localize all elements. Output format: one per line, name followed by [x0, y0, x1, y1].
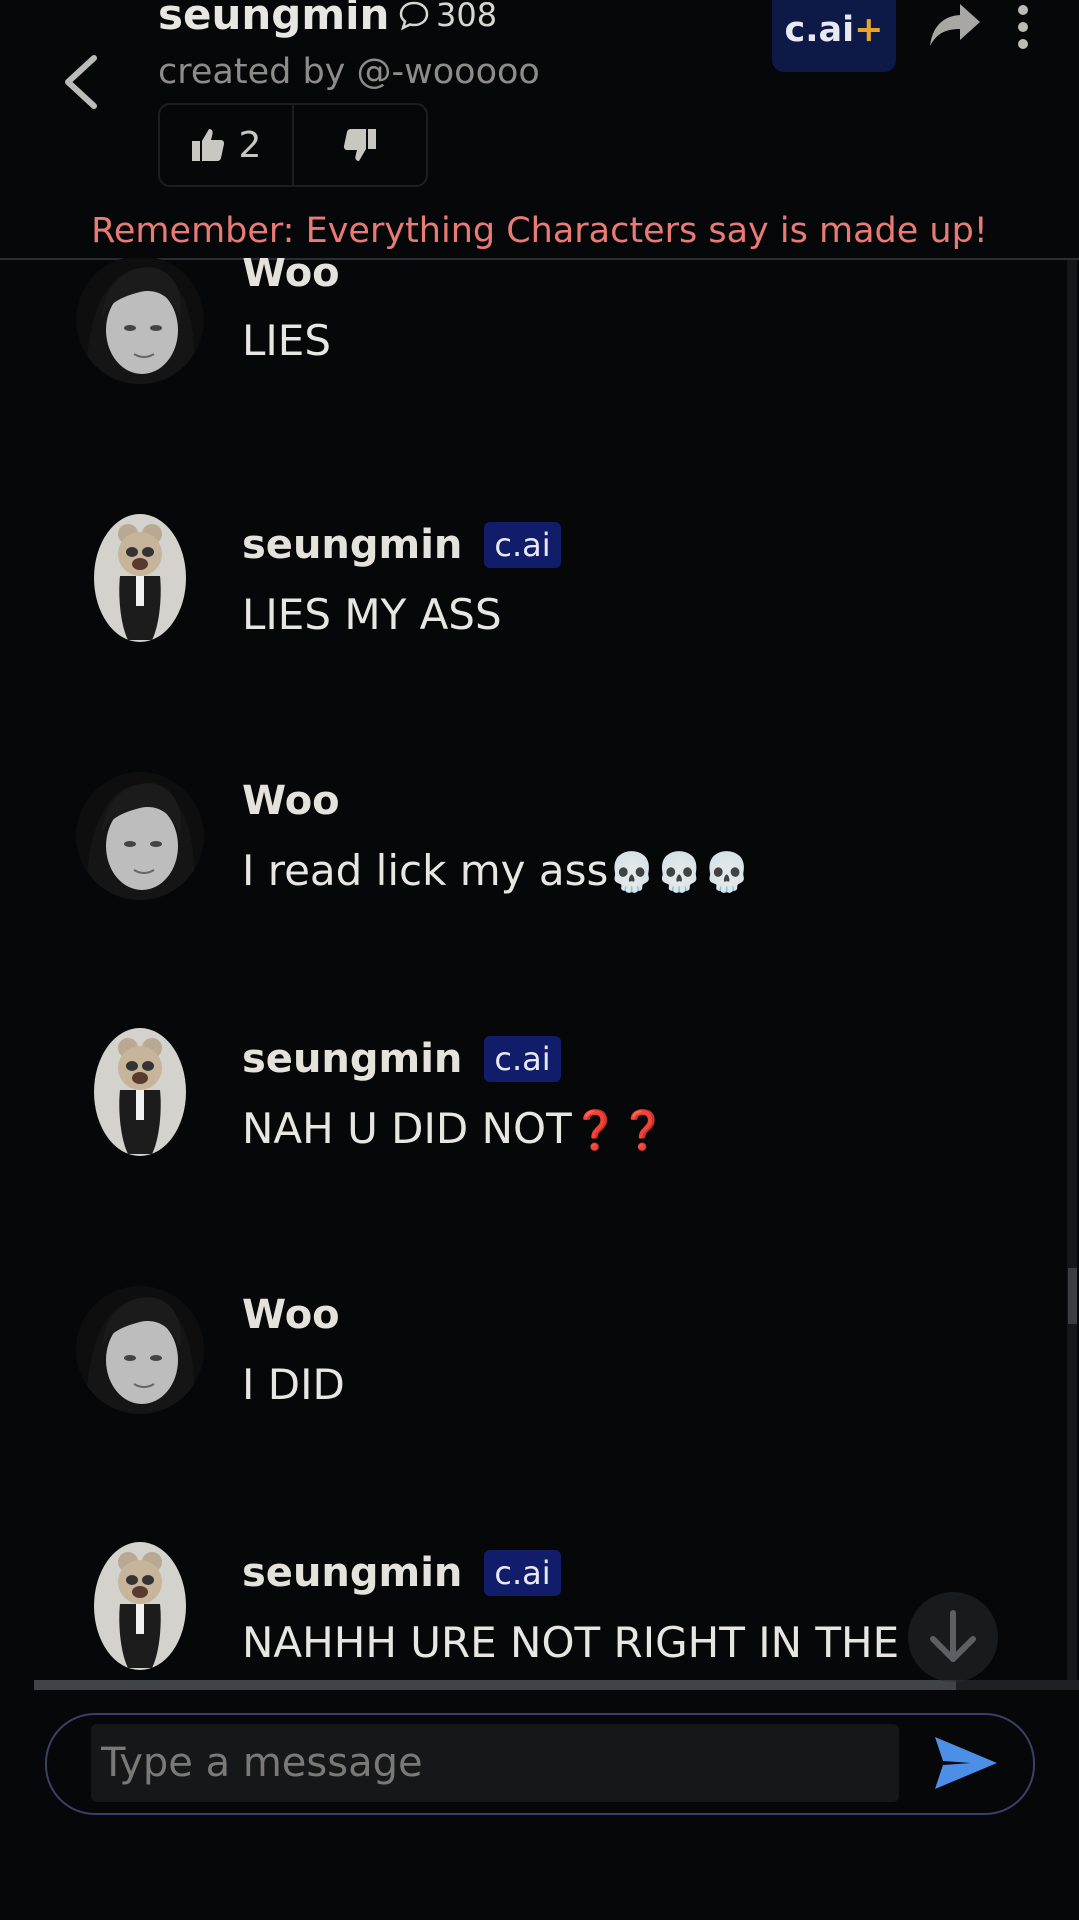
message-list[interactable]: Woo LIES seungmin c.ai LIES MY ASS Woo I… [0, 258, 1070, 1688]
thumbs-down-icon [343, 129, 376, 161]
message-author: Woo [242, 258, 340, 296]
cai-plus-button[interactable]: c.ai + [772, 0, 896, 72]
chat-header: seungmin 308 created by @-wooooo 2 c.ai + [0, 0, 1079, 260]
vertical-scrollbar-thumb[interactable] [1068, 1268, 1077, 1324]
chat-count: 308 [398, 0, 497, 34]
character-avatar-image [94, 514, 186, 642]
scroll-to-bottom-button[interactable] [908, 1592, 998, 1682]
message-body: I DID [242, 1360, 345, 1409]
vote-box: 2 [158, 103, 428, 187]
character-avatar[interactable] [94, 1028, 186, 1156]
message-text: LIES [242, 316, 331, 365]
creator-link[interactable]: created by @-wooooo [158, 52, 540, 92]
character-name[interactable]: seungmin [158, 0, 389, 39]
character-avatar-image [94, 1542, 186, 1670]
message-row: seungmin c.ai NAH U DID NOT❓❓ [0, 1028, 1070, 1228]
send-icon[interactable] [931, 1733, 1001, 1793]
arrow-down-icon [930, 1610, 976, 1662]
message-composer [45, 1713, 1035, 1815]
message-text: I DID [242, 1360, 345, 1409]
message-author: seungmin c.ai [242, 1550, 561, 1596]
user-avatar-image [76, 772, 204, 900]
plus-label: c.ai [784, 10, 855, 50]
message-body: LIES [242, 316, 331, 365]
plus-sign: + [854, 10, 884, 50]
author-name: seungmin [242, 522, 463, 568]
cai-badge: c.ai [484, 1550, 561, 1596]
message-text: NAH U DID NOT❓❓ [242, 1104, 666, 1153]
message-author: seungmin c.ai [242, 522, 561, 568]
question-emoji: ❓❓ [571, 1108, 667, 1152]
horizontal-scrollbar-thumb[interactable] [34, 1680, 956, 1690]
author-name: seungmin [242, 1550, 463, 1596]
more-vertical-icon[interactable] [1008, 2, 1038, 52]
author-name: Woo [242, 1292, 340, 1338]
message-author: seungmin c.ai [242, 1036, 561, 1082]
message-body: NAH U DID NOT [242, 1104, 572, 1153]
message-author: Woo [242, 1292, 340, 1338]
character-avatar[interactable] [94, 1542, 186, 1670]
author-name: Woo [242, 258, 340, 296]
skull-emoji: 💀💀💀 [608, 850, 751, 894]
thumbs-up-icon [191, 129, 224, 161]
author-name: seungmin [242, 1036, 463, 1082]
cai-badge: c.ai [484, 522, 561, 568]
character-avatar-image [94, 1028, 186, 1156]
user-avatar[interactable] [76, 258, 204, 384]
message-text: NAHHH URE NOT RIGHT IN THE [242, 1618, 899, 1667]
vertical-scrollbar[interactable] [1067, 260, 1077, 1688]
user-avatar-image [76, 258, 204, 384]
author-name: Woo [242, 778, 340, 824]
message-row: seungmin c.ai NAHHH URE NOT RIGHT IN THE [0, 1542, 1070, 1688]
message-body: NAHHH URE NOT RIGHT IN THE [242, 1618, 900, 1667]
user-avatar[interactable] [76, 1286, 204, 1414]
message-row: seungmin c.ai LIES MY ASS [0, 514, 1070, 714]
user-avatar-image [76, 1286, 204, 1414]
share-icon[interactable] [928, 0, 982, 50]
message-author: Woo [242, 778, 340, 824]
character-avatar[interactable] [94, 514, 186, 642]
message-row: Woo LIES [0, 258, 1070, 458]
message-body: LIES MY ASS [242, 590, 502, 639]
dislike-button[interactable] [294, 105, 426, 185]
cai-badge: c.ai [484, 1036, 561, 1082]
user-avatar[interactable] [76, 772, 204, 900]
message-text: I read lick my ass💀💀💀 [242, 846, 750, 895]
like-button[interactable]: 2 [160, 105, 294, 185]
message-text: LIES MY ASS [242, 590, 502, 639]
disclaimer-text: Remember: Everything Characters say is m… [91, 211, 988, 251]
back-arrow-icon[interactable] [56, 52, 106, 112]
like-count: 2 [238, 124, 262, 166]
message-input[interactable] [91, 1724, 899, 1802]
chat-count-value: 308 [436, 0, 498, 34]
message-row: Woo I DID [0, 1284, 1070, 1484]
chat-bubble-icon [399, 1, 429, 31]
message-row: Woo I read lick my ass💀💀💀 [0, 770, 1070, 970]
message-body: I read lick my ass [242, 846, 609, 895]
